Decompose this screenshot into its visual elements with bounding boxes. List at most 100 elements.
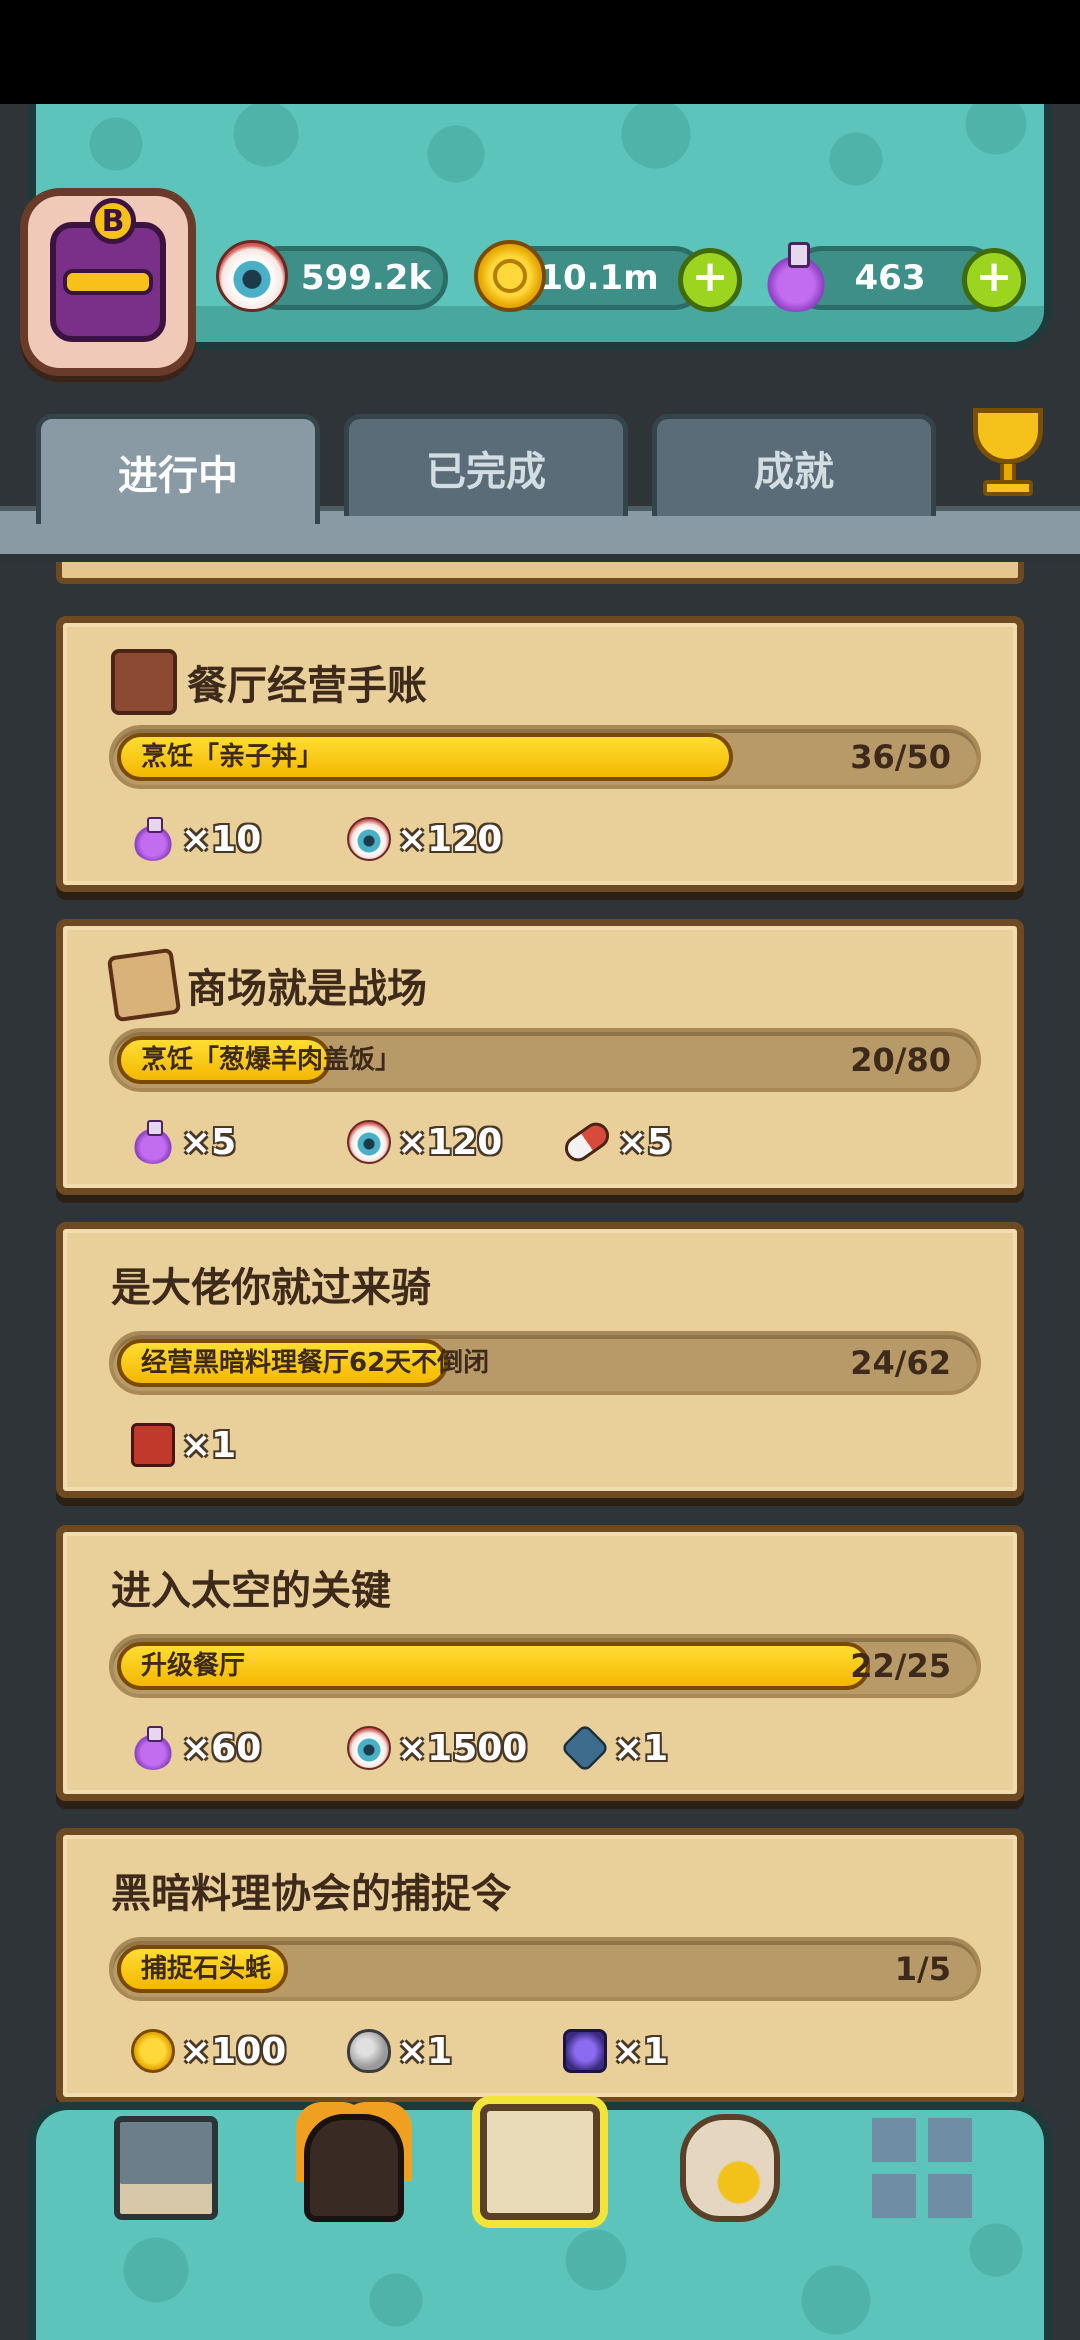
quest-rewards: ×10 ×120 <box>131 811 991 867</box>
reward-item: ×1 <box>131 1417 236 1473</box>
potion-count: 463 <box>854 258 926 298</box>
reward-item: ×120 <box>347 1114 502 1170</box>
eyeball-icon <box>216 240 288 312</box>
reward-item: ×1 <box>560 1720 669 1776</box>
purple-crystal-icon <box>563 2029 607 2073</box>
reward-item: ×60 <box>131 1720 261 1776</box>
quest-card[interactable]: 进入太空的关键 升级餐厅 22/25 ×60 ×1500 ×1 <box>56 1525 1024 1801</box>
quest-progress-bar: 烹饪「葱爆羊肉盖饭」 20/80 <box>109 1028 981 1092</box>
reward-item: ×5 <box>131 1114 236 1170</box>
eyeball-icon <box>347 817 391 861</box>
battle-map-icon <box>106 947 182 1023</box>
purple-potion-icon <box>760 240 832 312</box>
quest-title: 黑暗料理协会的捕捉令 <box>111 1871 511 1917</box>
quest-title: 商场就是战场 <box>187 966 427 1012</box>
reward-amount: ×1 <box>181 1424 237 1466</box>
purple-potion-icon <box>131 1726 175 1770</box>
eyeball-icon <box>347 1726 391 1770</box>
avatar-rank-badge: B <box>90 198 136 244</box>
quest-list[interactable]: 餐厅经营手账 烹饪「亲子丼」 36/50 ×10 ×120 商场就是战场 烹饪「… <box>0 562 1080 2102</box>
quest-task-label: 烹饪「葱爆羊肉盖饭」 <box>141 1045 402 1075</box>
reward-item: ×5 <box>559 1114 673 1170</box>
quest-progress-count: 20/80 <box>850 1041 951 1079</box>
quest-title-row: 是大佬你就过来骑 <box>111 1255 431 1313</box>
quest-rewards: ×5 ×120 ×5 <box>131 1114 991 1170</box>
quest-task-label: 升级餐厅 <box>141 1651 246 1681</box>
quest-title-row: 黑暗料理协会的捕捉令 <box>111 1861 511 1919</box>
quest-card[interactable]: 黑暗料理协会的捕捉令 捕捉石头蚝 1/5 ×100 ×1 ×1 <box>56 1828 1024 2102</box>
stone-egg-icon <box>347 2029 391 2073</box>
quest-title: 进入太空的关键 <box>111 1568 391 1614</box>
nav-quest-book-button[interactable] <box>474 2096 606 2228</box>
avatar-monster-icon: B <box>50 198 166 342</box>
capsule-icon <box>559 1117 615 1167</box>
tab-in-progress[interactable]: 进行中 <box>36 414 320 524</box>
quest-card[interactable]: 餐厅经营手账 烹饪「亲子丼」 36/50 ×10 ×120 <box>56 616 1024 892</box>
quest-progress-count: 1/5 <box>894 1950 951 1988</box>
reward-item: ×120 <box>347 811 502 867</box>
reward-item: ×1 <box>563 2023 668 2079</box>
quest-card[interactable]: 是大佬你就过来骑 经营黑暗料理餐厅62天不倒闭 24/62 ×1 <box>56 1222 1024 1498</box>
quest-card[interactable]: 商场就是战场 烹饪「葱爆羊肉盖饭」 20/80 ×5 ×120 ×5 <box>56 919 1024 1195</box>
reward-amount: ×1 <box>397 2030 453 2072</box>
quest-rewards: ×60 ×1500 ×1 <box>131 1720 991 1776</box>
reward-amount: ×5 <box>181 1121 237 1163</box>
nav-shop-button[interactable] <box>670 2108 790 2228</box>
reward-amount: ×1 <box>613 1727 669 1769</box>
restaurant-icon <box>114 2116 218 2220</box>
reward-amount: ×10 <box>181 818 262 860</box>
reward-item: ×1 <box>347 2023 452 2079</box>
gold-coin-icon <box>474 240 546 312</box>
reward-item: ×1500 <box>347 1720 527 1776</box>
purple-potion-icon <box>131 1120 175 1164</box>
tab-achievements[interactable]: 成就 <box>652 414 936 516</box>
reward-amount: ×120 <box>397 1121 503 1163</box>
reward-item: ×100 <box>131 2023 286 2079</box>
reward-amount: ×1500 <box>397 1727 528 1769</box>
gem-emblem-icon <box>560 1723 610 1773</box>
grid-menu-icon <box>872 2118 972 2218</box>
quest-progress-bar: 升级餐厅 22/25 <box>109 1634 981 1698</box>
quest-card-peek <box>56 562 1024 584</box>
monster-icon <box>304 2114 404 2222</box>
reward-amount: ×120 <box>397 818 503 860</box>
quest-title: 是大佬你就过来骑 <box>111 1265 431 1311</box>
quest-progress-bar: 烹饪「亲子丼」 36/50 <box>109 725 981 789</box>
purple-potion-icon <box>131 817 175 861</box>
quest-progress-count: 22/25 <box>850 1647 951 1685</box>
reward-item: ×10 <box>131 811 261 867</box>
ledger-book-icon <box>111 649 177 715</box>
status-bar <box>0 0 1080 104</box>
quest-progress-count: 24/62 <box>850 1344 951 1382</box>
eyeball-count: 599.2k <box>300 258 432 298</box>
quest-rewards: ×100 ×1 ×1 <box>131 2023 991 2079</box>
reward-amount: ×100 <box>181 2030 287 2072</box>
quest-progress-count: 36/50 <box>850 738 951 776</box>
nav-restaurant-button[interactable] <box>106 2108 226 2228</box>
player-avatar[interactable]: B <box>20 188 196 376</box>
reward-amount: ×5 <box>617 1121 673 1163</box>
quest-title-row: 商场就是战场 <box>106 947 427 1023</box>
quest-progress-bar: 捕捉石头蚝 1/5 <box>109 1937 981 2001</box>
add-gold-button[interactable]: + <box>678 248 742 312</box>
reward-amount: ×1 <box>613 2030 669 2072</box>
eyeball-icon <box>347 1120 391 1164</box>
quest-task-label: 捕捉石头蚝 <box>141 1954 272 1984</box>
tab-completed[interactable]: 已完成 <box>344 414 628 516</box>
quest-task-label: 烹饪「亲子丼」 <box>141 742 324 772</box>
money-bag-icon <box>680 2114 780 2222</box>
quest-title-row: 进入太空的关键 <box>111 1558 391 1616</box>
gold-coin-icon <box>131 2029 175 2073</box>
quest-rewards: ×1 <box>131 1417 991 1473</box>
quest-progress-bar: 经营黑暗料理餐厅62天不倒闭 24/62 <box>109 1331 981 1395</box>
nav-monster-button[interactable] <box>294 2108 414 2228</box>
quest-title-row: 餐厅经营手账 <box>111 649 427 715</box>
quest-book-icon <box>480 2104 600 2220</box>
gold-count: 10.1m <box>539 258 659 298</box>
reward-amount: ×60 <box>181 1727 262 1769</box>
nav-menu-button[interactable] <box>862 2108 982 2228</box>
quest-task-label: 经营黑暗料理餐厅62天不倒闭 <box>141 1348 490 1378</box>
trophy-icon[interactable] <box>960 408 1056 508</box>
add-potion-button[interactable]: + <box>962 248 1026 312</box>
red-chest-icon <box>131 1423 175 1467</box>
